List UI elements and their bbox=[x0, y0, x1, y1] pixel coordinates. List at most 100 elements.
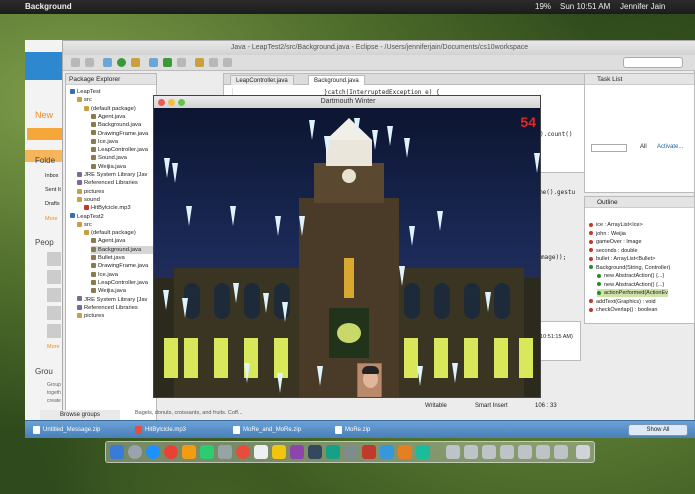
person-avatar[interactable] bbox=[47, 288, 61, 302]
tree-item[interactable]: Weijia.java bbox=[91, 287, 126, 295]
task-list-tab[interactable]: Task List bbox=[585, 74, 694, 85]
clock[interactable]: Sun 10:51 AM bbox=[560, 0, 610, 14]
tree-item[interactable]: src bbox=[77, 221, 92, 229]
trash-icon[interactable] bbox=[576, 445, 590, 459]
facetime-icon[interactable] bbox=[200, 445, 214, 459]
search-icon[interactable] bbox=[195, 58, 204, 67]
tab-background[interactable]: Background.java bbox=[308, 75, 365, 85]
save-icon[interactable] bbox=[85, 58, 94, 67]
tree-item[interactable]: LeapController.java bbox=[91, 146, 148, 154]
app-store-icon[interactable] bbox=[326, 445, 340, 459]
tree-item[interactable]: JRE System Library [Jav bbox=[77, 296, 147, 304]
outline-item[interactable]: new AbstractAction() {...} bbox=[597, 272, 664, 280]
outline-item[interactable]: bullet : ArrayList<Bullet> bbox=[589, 255, 655, 263]
people-more[interactable]: More bbox=[47, 344, 60, 350]
chrome-icon[interactable] bbox=[164, 445, 178, 459]
tree-item[interactable]: Agent.java bbox=[91, 237, 125, 245]
zoom-icon[interactable] bbox=[178, 99, 185, 106]
forward-icon[interactable] bbox=[223, 58, 232, 67]
show-all-button[interactable]: Show All bbox=[628, 424, 688, 436]
download-item[interactable]: Untitled_Message.zip bbox=[33, 425, 100, 435]
new-class-icon[interactable] bbox=[163, 58, 172, 67]
java-icon[interactable] bbox=[398, 445, 412, 459]
outline-item[interactable]: actionPerformed(ActionEv bbox=[597, 289, 668, 297]
game-app-icon[interactable] bbox=[362, 445, 376, 459]
task-filter-input[interactable] bbox=[591, 144, 627, 152]
safari-icon[interactable] bbox=[146, 445, 160, 459]
outline-item[interactable]: Background(String, Controller) bbox=[589, 264, 670, 272]
download-item[interactable]: HitBylcicle.mp3 bbox=[135, 425, 186, 435]
task-filter-all[interactable]: All bbox=[640, 144, 647, 150]
tree-item[interactable]: (default package) bbox=[84, 229, 136, 237]
system-preferences-icon[interactable] bbox=[344, 445, 358, 459]
folder-inbox[interactable]: Inbox bbox=[45, 173, 58, 179]
tree-item[interactable]: LeapTest bbox=[70, 88, 101, 96]
preview-icon[interactable] bbox=[380, 445, 394, 459]
external-tools-icon[interactable] bbox=[131, 58, 140, 67]
person-avatar[interactable] bbox=[47, 306, 61, 320]
document-stack-icon[interactable] bbox=[554, 445, 568, 459]
calendar-icon[interactable] bbox=[254, 445, 268, 459]
document-stack-icon[interactable] bbox=[536, 445, 550, 459]
tree-item[interactable]: Background.java bbox=[91, 121, 141, 129]
tree-item[interactable]: (default package) bbox=[84, 105, 136, 113]
active-app-name[interactable]: Background bbox=[25, 0, 72, 14]
tree-item[interactable]: Ice.java bbox=[91, 138, 118, 146]
tree-item[interactable]: pictures bbox=[77, 312, 104, 320]
tree-item[interactable]: HitBylcicle.mp3 bbox=[84, 204, 131, 212]
close-icon[interactable] bbox=[158, 99, 165, 106]
outline-item[interactable]: ice : ArrayList<Ice> bbox=[589, 221, 643, 229]
downloads-stack-icon[interactable] bbox=[446, 445, 460, 459]
outline-item[interactable]: john : Weijia bbox=[589, 230, 626, 238]
tree-item[interactable]: JRE System Library [Jav bbox=[77, 171, 147, 179]
tree-item[interactable]: LeapTest2 bbox=[70, 213, 104, 221]
outline-item[interactable]: new AbstractAction() {...} bbox=[597, 281, 664, 289]
tree-item[interactable]: pictures bbox=[77, 188, 104, 196]
document-stack-icon[interactable] bbox=[482, 445, 496, 459]
finder-icon[interactable] bbox=[110, 445, 124, 459]
tree-item[interactable]: sound bbox=[77, 196, 100, 204]
game-canvas[interactable]: 54 bbox=[154, 108, 540, 397]
new-icon[interactable] bbox=[71, 58, 80, 67]
outline-item[interactable]: seconds : double bbox=[589, 247, 638, 255]
tab-leapcontroller[interactable]: LeapController.java bbox=[230, 75, 294, 85]
task-activate-link[interactable]: Activate... bbox=[657, 144, 683, 150]
outline-item[interactable]: gameOver : Image bbox=[589, 238, 642, 246]
contacts-icon[interactable] bbox=[218, 445, 232, 459]
document-stack-icon[interactable] bbox=[464, 445, 478, 459]
tree-item[interactable]: Background.java bbox=[91, 245, 158, 254]
download-item[interactable]: MoRe_and_MoRe.zip bbox=[233, 425, 301, 435]
browse-groups-link[interactable]: Browse groups bbox=[40, 410, 120, 420]
minimize-icon[interactable] bbox=[168, 99, 175, 106]
download-item[interactable]: MoRe.zip bbox=[335, 425, 370, 435]
itunes-icon[interactable] bbox=[290, 445, 304, 459]
battery-percent[interactable]: 19% bbox=[535, 0, 551, 14]
tree-item[interactable]: LeapController.java bbox=[91, 279, 148, 287]
tree-item[interactable]: Sound.java bbox=[91, 154, 127, 162]
user-name[interactable]: Jennifer Jain bbox=[620, 0, 665, 14]
tree-item[interactable]: Ice.java bbox=[91, 271, 118, 279]
outline-tab[interactable]: Outline bbox=[585, 197, 694, 208]
terminal-icon[interactable] bbox=[416, 445, 430, 459]
folder-more[interactable]: More bbox=[45, 216, 58, 222]
folder-drafts[interactable]: Drafts bbox=[45, 201, 60, 207]
debug-icon[interactable] bbox=[103, 58, 112, 67]
person-avatar[interactable] bbox=[47, 252, 61, 266]
new-package-icon[interactable] bbox=[149, 58, 158, 67]
outline-item[interactable]: checkOverlap() : boolean bbox=[589, 306, 657, 314]
package-explorer-tab[interactable]: Package Explorer bbox=[66, 74, 156, 85]
firefox-icon[interactable] bbox=[236, 445, 250, 459]
back-icon[interactable] bbox=[209, 58, 218, 67]
person-avatar[interactable] bbox=[47, 270, 61, 284]
run-icon[interactable] bbox=[117, 58, 126, 67]
tree-item[interactable]: Referenced Libraries bbox=[77, 179, 138, 187]
new-button[interactable]: New bbox=[35, 110, 53, 120]
quick-access-input[interactable] bbox=[623, 57, 683, 68]
folder-sent[interactable]: Sent It bbox=[45, 187, 61, 193]
tree-item[interactable]: Weijia.java bbox=[91, 163, 126, 171]
document-stack-icon[interactable] bbox=[500, 445, 514, 459]
open-type-icon[interactable] bbox=[177, 58, 186, 67]
person-avatar[interactable] bbox=[47, 324, 61, 338]
tree-item[interactable]: Agent.java bbox=[91, 113, 125, 121]
outline-item[interactable]: addText(Graphics) : void bbox=[589, 298, 656, 306]
